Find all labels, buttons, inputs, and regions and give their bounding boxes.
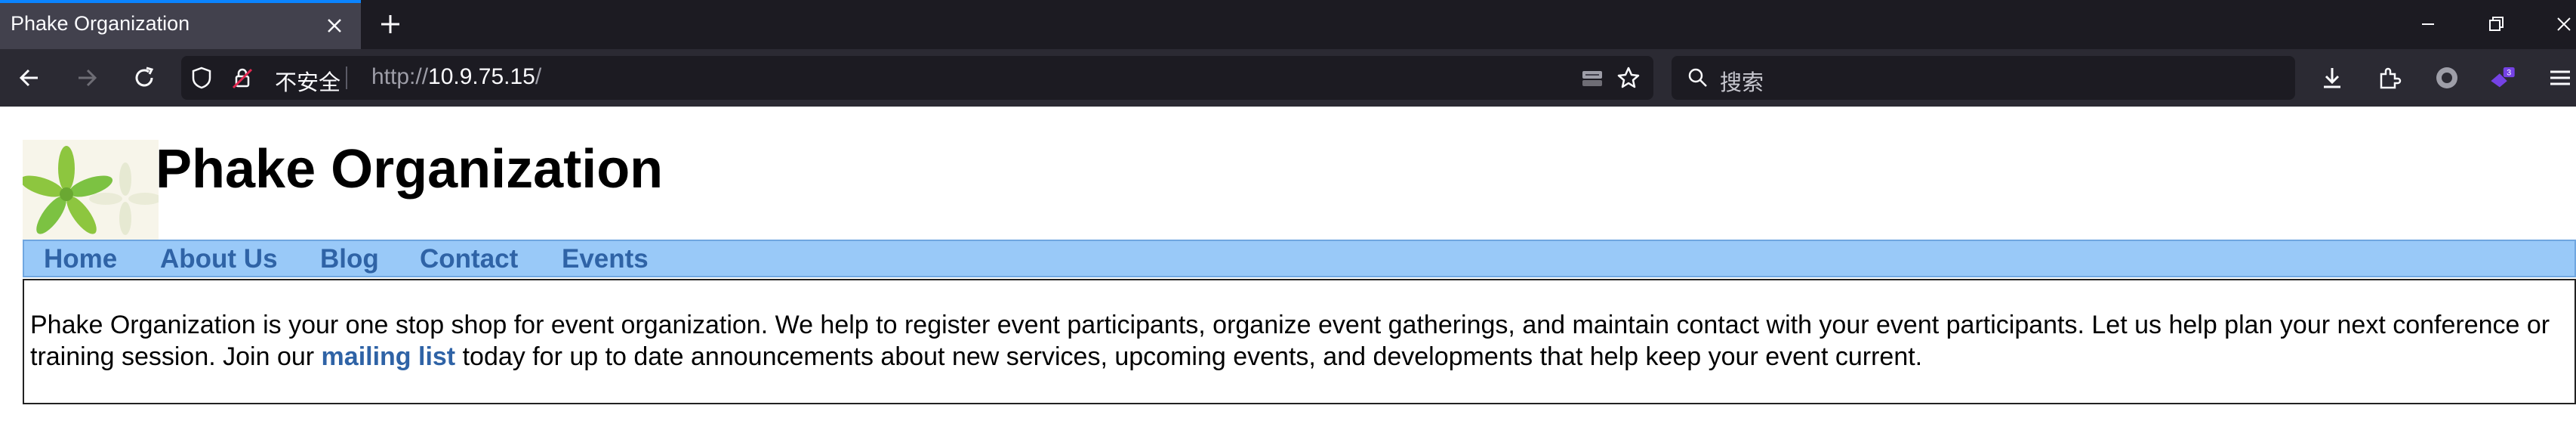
address-bar[interactable]: 不安全 http://10.9.75.15/ [181, 56, 1653, 100]
mailing-list-link[interactable]: mailing list [322, 342, 456, 371]
tab-title: Phake Organization [11, 12, 190, 35]
search-box[interactable]: 搜索 [1672, 56, 2295, 100]
downloads-icon[interactable] [2318, 63, 2346, 92]
shield-icon[interactable] [189, 65, 214, 91]
url-separator [346, 67, 347, 89]
reload-icon[interactable] [130, 63, 159, 92]
account-circle-icon[interactable] [2433, 63, 2461, 92]
minimize-icon[interactable] [2416, 12, 2440, 36]
main-navigation: Home About Us Blog Contact Events [23, 240, 2576, 277]
new-tab-icon[interactable] [377, 11, 403, 37]
url-text[interactable]: http://10.9.75.15/ [371, 64, 541, 90]
restore-icon[interactable] [2484, 12, 2508, 36]
intro-text-end: today for up to date announcements about… [455, 342, 1923, 371]
insecure-lock-icon[interactable] [230, 65, 255, 91]
window-close-icon[interactable] [2552, 12, 2576, 36]
nav-blog[interactable]: Blog [320, 244, 379, 274]
back-icon[interactable] [15, 63, 44, 92]
bookmark-star-icon[interactable] [1616, 65, 1641, 91]
web-page: Phake Organization Home About Us Blog Co… [0, 107, 2576, 427]
url-path: / [535, 64, 542, 89]
nav-home[interactable]: Home [44, 244, 117, 274]
url-scheme: http:// [371, 64, 429, 89]
active-tab[interactable]: Phake Organization [0, 0, 361, 49]
app-menu-icon[interactable] [2546, 63, 2574, 92]
forward-icon[interactable] [72, 63, 101, 92]
reader-view-icon[interactable] [1579, 65, 1605, 91]
nav-contact[interactable]: Contact [420, 244, 518, 274]
extension-badge-count: 3 [2507, 69, 2511, 78]
tab-strip: Phake Organization [0, 0, 2576, 49]
intro-paragraph: Phake Organization is your one stop shop… [30, 309, 2552, 373]
nav-events[interactable]: Events [562, 244, 649, 274]
close-tab-icon[interactable] [323, 14, 346, 37]
nav-about-us[interactable]: About Us [160, 244, 278, 274]
security-label[interactable]: 不安全 [275, 65, 340, 97]
navigation-toolbar: 不安全 http://10.9.75.15/ 搜索 3 [0, 49, 2576, 107]
extension-badge-icon[interactable]: 3 [2488, 63, 2517, 92]
search-icon [1688, 68, 1707, 87]
intro-box: Phake Organization is your one stop shop… [23, 279, 2576, 404]
url-host: 10.9.75.15 [428, 64, 535, 89]
search-placeholder: 搜索 [1720, 70, 1764, 95]
extensions-icon[interactable] [2375, 63, 2404, 92]
site-title: Phake Organization [156, 139, 664, 200]
